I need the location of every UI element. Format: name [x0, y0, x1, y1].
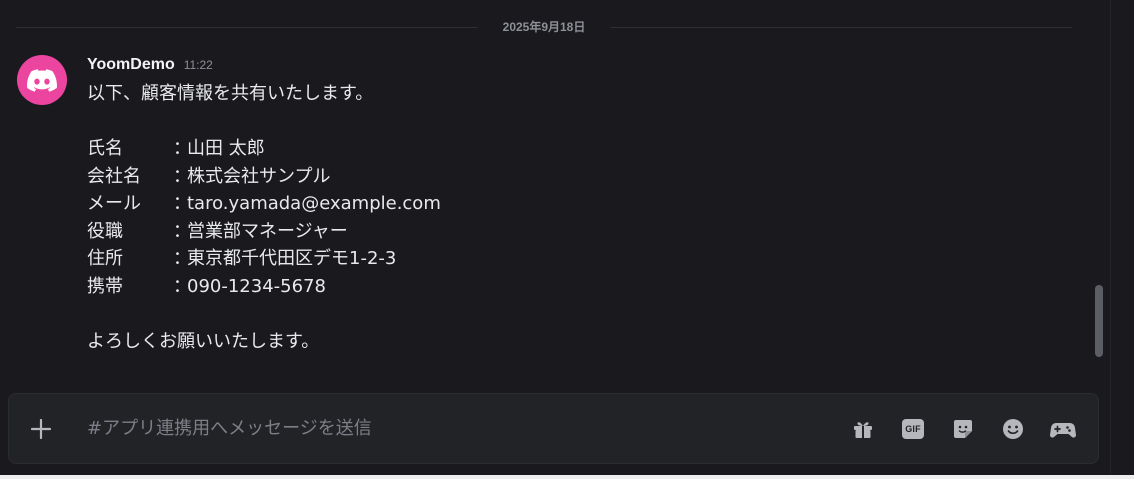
message-timestamp[interactable]: 11:22	[184, 58, 213, 72]
gif-button[interactable]: GIF	[896, 414, 930, 444]
field-row-email: メール ： taro.yamada@example.com	[87, 190, 441, 218]
field-value: 営業部マネージャー	[187, 220, 348, 242]
message-closing: よろしくお願いいたします。	[87, 330, 320, 352]
date-divider-label: 2025年9月18日	[478, 18, 610, 36]
message-composer: GIF	[8, 393, 1099, 464]
gif-icon: GIF	[902, 419, 924, 439]
field-value: taro.yamada@example.com	[187, 193, 441, 214]
attach-button[interactable]	[25, 416, 57, 442]
field-row-name: 氏名 ： 山田 太郎	[87, 135, 441, 163]
emoji-icon	[1003, 419, 1023, 439]
field-label: メール	[87, 193, 141, 214]
panel-border	[1110, 0, 1111, 479]
field-value: 東京都千代田区デモ1-2-3	[187, 248, 397, 269]
field-row-title: 役職 ： 営業部マネージャー	[87, 218, 441, 246]
message-input[interactable]	[87, 414, 787, 442]
sticker-icon	[954, 420, 972, 438]
field-label: 携帯	[87, 275, 123, 297]
field-value: 株式会社サンプル	[187, 165, 331, 187]
field-row-company: 会社名 ： 株式会社サンプル	[87, 163, 441, 191]
message-header: YoomDemo 11:22	[87, 56, 213, 74]
field-row-address: 住所 ： 東京都千代田区デモ1-2-3	[87, 245, 441, 273]
field-colon: ：	[173, 275, 191, 297]
field-colon: ：	[173, 165, 191, 187]
field-colon: ：	[173, 248, 191, 269]
composer-tools: GIF	[846, 414, 1080, 444]
message-intro: 以下、顧客情報を共有いたします。	[87, 83, 374, 104]
field-colon: ：	[173, 193, 191, 214]
bottom-edge	[0, 475, 1134, 479]
field-row-mobile: 携帯 ： 090-1234-5678	[87, 273, 441, 301]
apps-button[interactable]	[1046, 414, 1080, 444]
chat-window: 2025年9月18日 YoomDemo 11:22 以下、顧客情報を共有いたしま…	[0, 0, 1134, 479]
gift-button[interactable]	[846, 414, 880, 444]
field-label: 役職	[87, 220, 123, 242]
emoji-button[interactable]	[996, 414, 1030, 444]
field-label: 氏名	[87, 138, 123, 159]
gift-icon	[854, 422, 872, 438]
avatar[interactable]	[17, 55, 67, 105]
field-label: 住所	[87, 248, 123, 269]
message-body: 以下、顧客情報を共有いたします。 氏名 ： 山田 太郎 会社名 ： 株式会社サン…	[87, 80, 441, 355]
sticker-button[interactable]	[946, 414, 980, 444]
field-value: 山田 太郎	[187, 138, 265, 159]
apps-icon	[1050, 423, 1076, 438]
plus-icon	[30, 418, 52, 440]
field-colon: ：	[173, 220, 191, 242]
field-colon: ：	[173, 138, 191, 159]
discord-logo-icon	[27, 68, 57, 92]
scrollbar-thumb[interactable]	[1095, 285, 1103, 357]
field-value: 090-1234-5678	[187, 275, 326, 297]
message-author[interactable]: YoomDemo	[87, 56, 175, 74]
field-label: 会社名	[87, 165, 141, 187]
